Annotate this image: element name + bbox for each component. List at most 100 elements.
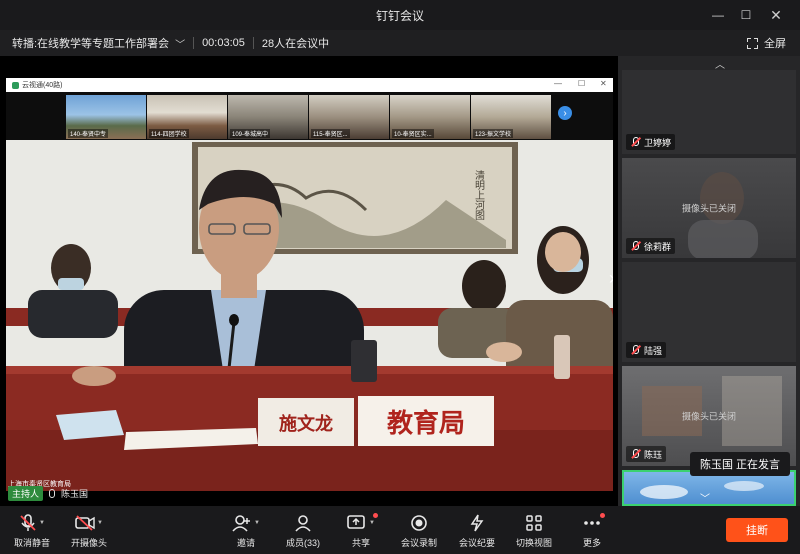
video-thumbnail[interactable]: 10-奉贤区实... — [390, 95, 470, 139]
shared-close-icon: ✕ — [600, 79, 607, 88]
add-user-icon — [232, 515, 251, 532]
thumbnail-caption: 115-奉贤区... — [311, 129, 350, 138]
minutes-icon — [470, 514, 484, 532]
mic-muted-icon — [630, 241, 640, 251]
meeting-app: 钉钉会议 — ☐ ✕ 转播:在线教学等专题工作部署会 ﹀ 00:03:05 28… — [0, 0, 800, 554]
more-icon — [584, 521, 600, 525]
chevron-up-icon[interactable]: ︿ — [708, 56, 732, 71]
meeting-duration: 00:03:05 — [202, 37, 245, 49]
app-logo-icon — [12, 81, 19, 89]
camera-button[interactable]: ▼ 开摄像头 — [59, 514, 119, 549]
video-thumbnail-strip: 140-奉贤中专 114-四团学校 109-奉城高中 115-奉贤区... 10… — [6, 92, 613, 140]
thumbnail-caption: 114-四团学校 — [149, 129, 189, 138]
title-bar: 钉钉会议 — ☐ ✕ — [0, 0, 800, 30]
switch-view-button[interactable]: 切换视图 — [504, 514, 564, 549]
calligraphy-text: 清明上河图 — [473, 169, 485, 221]
host-badge: 主持人 — [8, 485, 44, 501]
members-label: 成员(33) — [285, 538, 320, 548]
camera-off-status: 摄像头已关闭 — [681, 411, 736, 422]
nameplate-name: 施文龙 — [279, 413, 333, 435]
shared-window-title: 云视通(40路) — [22, 82, 63, 89]
caret-down-icon[interactable]: ▼ — [97, 520, 103, 526]
share-button[interactable]: ▼ 共享 — [331, 513, 391, 549]
mic-muted-icon — [20, 514, 36, 531]
camera-off-status: 摄像头已关闭 — [681, 203, 736, 214]
participant-tile[interactable]: 卫婷婷 — [622, 70, 796, 154]
maximize-button[interactable]: ☐ — [732, 0, 760, 30]
members-button[interactable]: 成员(33) — [273, 514, 333, 549]
participant-label: 陆强 — [626, 342, 667, 358]
more-button[interactable]: 更多 — [562, 513, 622, 549]
fullscreen-label: 全屏 — [764, 38, 786, 50]
thumbnail-caption: 109-奉城高中 — [230, 129, 271, 138]
participant-name: 徐莉群 — [644, 241, 672, 252]
more-label: 更多 — [582, 538, 601, 548]
participant-panel: ︿ 卫婷婷 摄像头已关闭 徐莉群 陆强 摄像头已关闭 陈珏 — [618, 56, 800, 506]
invite-button[interactable]: ▼ 邀请 — [216, 514, 276, 549]
notification-dot — [600, 513, 605, 518]
participant-name: 陈珏 — [644, 449, 663, 460]
invite-label: 邀请 — [236, 538, 255, 548]
mic-muted-icon — [630, 449, 640, 459]
share-screen-icon — [347, 515, 365, 529]
attendee-count[interactable]: 28人在会议中 — [262, 35, 329, 51]
video-thumbnail[interactable]: 140-奉贤中专 — [66, 95, 146, 139]
mic-muted-icon — [630, 345, 640, 355]
chevron-down-icon[interactable]: ﹀ — [700, 490, 710, 505]
shared-window-titlebar: 云视通(40路) — ☐ ✕ — [6, 78, 613, 92]
caret-down-icon[interactable]: ▼ — [254, 520, 260, 526]
minimize-button[interactable]: — — [704, 0, 732, 30]
participant-tile[interactable]: 摄像头已关闭 徐莉群 — [622, 158, 796, 258]
shared-minimize-icon: — — [554, 79, 562, 88]
fullscreen-icon — [747, 37, 758, 49]
host-name: 陈玉国 — [61, 488, 89, 499]
hangup-button[interactable]: 挂断 — [726, 518, 788, 542]
video-thumbnail[interactable]: 114-四团学校 — [147, 95, 227, 139]
share-label: 共享 — [351, 538, 370, 548]
participant-label: 陈珏 — [626, 446, 667, 462]
thumbnail-caption: 10-奉贤区实... — [392, 129, 434, 138]
video-thumbnail[interactable]: 115-奉贤区... — [309, 95, 389, 139]
chevron-down-icon[interactable]: ﹀ — [175, 36, 185, 51]
bottom-toolbar: ▼ 取消静音 ▼ 开摄像头 ▼ 邀请 成员(33) ▼ 共享 会议录制 会议纪要… — [0, 506, 800, 554]
host-bar: 主持人 陈玉国 — [8, 485, 89, 501]
active-speaker-toast: 陈玉国 正在发言 — [690, 452, 791, 476]
thumbnail-caption: 140-奉贤中专 — [68, 129, 109, 138]
active-video — [640, 481, 764, 499]
caret-down-icon[interactable]: ▼ — [39, 520, 45, 526]
mic-muted-icon — [630, 137, 640, 147]
divider — [252, 37, 254, 49]
record-button[interactable]: 会议录制 — [389, 514, 449, 549]
participant-name: 卫婷婷 — [644, 137, 672, 148]
meeting-title[interactable]: 转播:在线教学等专题工作部署会 — [12, 35, 169, 51]
video-thumbnail[interactable]: 109-奉城高中 — [228, 95, 308, 139]
close-button[interactable]: ✕ — [762, 0, 790, 30]
switch-view-label: 切换视图 — [515, 538, 552, 548]
camera-off-icon — [75, 515, 95, 531]
divider — [193, 37, 195, 49]
unmute-label: 取消静音 — [13, 538, 50, 548]
next-page-icon[interactable]: › — [558, 106, 572, 120]
chevron-right-icon[interactable]: › — [609, 268, 613, 289]
meeting-info-bar: 转播:在线教学等专题工作部署会 ﹀ 00:03:05 28人在会议中 全屏 — [0, 30, 800, 56]
participant-label: 卫婷婷 — [626, 134, 676, 150]
video-thumbnail[interactable]: 123-振文学校 — [471, 95, 551, 139]
unmute-button[interactable]: ▼ 取消静音 — [2, 514, 62, 549]
shared-maximize-icon: ☐ — [578, 79, 586, 88]
caret-down-icon[interactable]: ▼ — [369, 520, 375, 526]
notification-dot — [372, 513, 378, 518]
members-icon — [295, 515, 311, 532]
participant-tile[interactable]: 摄像头已关闭 陈珏 — [622, 366, 796, 466]
shared-window: 云视通(40路) — ☐ ✕ 140-奉贤中专 114-四团学校 109-奉城高… — [6, 78, 613, 491]
participant-label: 徐莉群 — [626, 238, 676, 254]
participant-tile[interactable]: 陆强 — [622, 262, 796, 362]
grid-view-icon — [526, 515, 542, 531]
record-icon — [411, 515, 427, 531]
camera-label: 开摄像头 — [70, 538, 107, 548]
record-label: 会议录制 — [400, 538, 437, 548]
fullscreen-button[interactable]: 全屏 — [747, 35, 786, 51]
main-video-scene: 清明上河图 施文龙 教育局 — [6, 140, 613, 491]
minutes-label: 会议纪要 — [458, 538, 495, 548]
minutes-button[interactable]: 会议纪要 — [447, 514, 507, 549]
shared-screen: 云视通(40路) — ☐ ✕ 140-奉贤中专 114-四团学校 109-奉城高… — [0, 56, 618, 506]
